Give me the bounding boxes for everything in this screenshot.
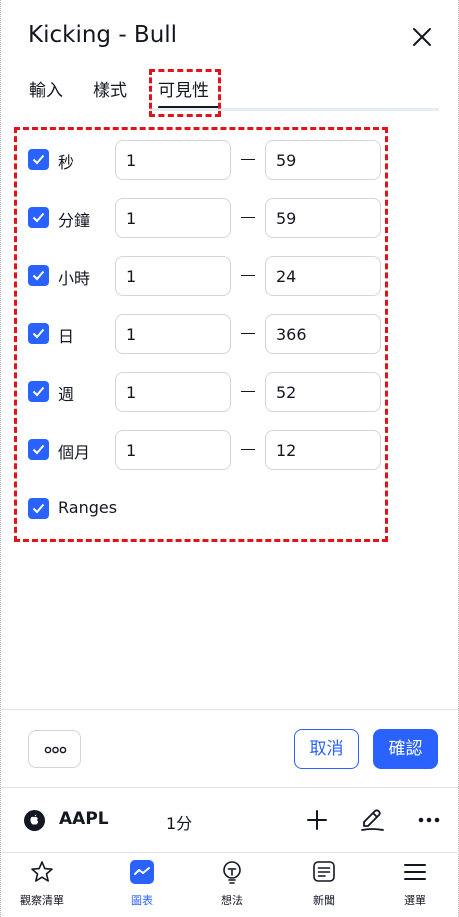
range-dash bbox=[241, 217, 255, 218]
to-input[interactable]: 366 bbox=[265, 314, 381, 354]
ellipsis-button[interactable] bbox=[28, 730, 81, 768]
range-dash bbox=[241, 333, 255, 334]
tab-highlight-box bbox=[149, 69, 221, 117]
bottom-nav: 觀察清單 圖表 想法 新聞 選單 bbox=[1, 853, 459, 917]
row-label: 分鐘 bbox=[58, 211, 91, 230]
ok-button[interactable]: 確認 bbox=[373, 729, 438, 769]
checkbox[interactable] bbox=[28, 265, 49, 286]
visibility-row-days: 日 1 366 bbox=[28, 314, 388, 354]
to-input[interactable]: 12 bbox=[265, 430, 381, 470]
app-frame: Kicking - Bull 輸入 樣式 可見性 秒 1 59 分鐘 1 59 … bbox=[0, 0, 459, 917]
nav-label: 新聞 bbox=[313, 894, 335, 907]
tab-inputs[interactable]: 輸入 bbox=[29, 76, 63, 101]
checkbox[interactable] bbox=[28, 381, 49, 402]
to-input[interactable]: 59 bbox=[265, 140, 381, 180]
nav-chart[interactable]: 圖表 bbox=[102, 853, 182, 917]
range-dash bbox=[241, 449, 255, 450]
from-input[interactable]: 1 bbox=[115, 430, 231, 470]
to-input[interactable]: 59 bbox=[265, 198, 381, 238]
menu-icon bbox=[402, 859, 428, 885]
interval-selector[interactable]: 1分 bbox=[166, 810, 192, 834]
row-label: Ranges bbox=[58, 498, 118, 517]
ellipsis-icon bbox=[44, 746, 67, 754]
range-dash bbox=[241, 391, 255, 392]
nav-label: 想法 bbox=[221, 894, 243, 907]
from-input[interactable]: 1 bbox=[115, 140, 231, 180]
nav-label: 選單 bbox=[404, 894, 426, 907]
footer-divider bbox=[1, 709, 459, 710]
visibility-row-months: 個月 1 12 bbox=[28, 430, 388, 470]
nav-label: 圖表 bbox=[131, 894, 153, 907]
range-dash bbox=[241, 275, 255, 276]
cancel-button[interactable]: 取消 bbox=[294, 729, 359, 769]
lightbulb-icon bbox=[219, 859, 245, 885]
row-label: 日 bbox=[58, 327, 75, 346]
chart-icon bbox=[129, 859, 155, 885]
nav-news[interactable]: 新聞 bbox=[284, 853, 364, 917]
to-input[interactable]: 52 bbox=[265, 372, 381, 412]
to-input[interactable]: 24 bbox=[265, 256, 381, 296]
visibility-row-minutes: 分鐘 1 59 bbox=[28, 198, 388, 238]
nav-watchlist[interactable]: 觀察清單 bbox=[2, 853, 82, 917]
visibility-row-seconds: 秒 1 59 bbox=[28, 140, 388, 180]
nav-label: 觀察清單 bbox=[20, 894, 64, 907]
row-label: 個月 bbox=[58, 443, 91, 462]
dialog-title: Kicking - Bull bbox=[28, 22, 178, 48]
checkbox[interactable] bbox=[28, 207, 49, 228]
close-icon[interactable] bbox=[407, 22, 437, 52]
row-label: 小時 bbox=[58, 269, 91, 288]
from-input[interactable]: 1 bbox=[115, 256, 231, 296]
tab-style[interactable]: 樣式 bbox=[93, 76, 127, 101]
checkbox[interactable] bbox=[28, 439, 49, 460]
range-dash bbox=[241, 159, 255, 160]
visibility-row-hours: 小時 1 24 bbox=[28, 256, 388, 296]
more-icon[interactable] bbox=[415, 806, 443, 834]
apple-logo-icon bbox=[24, 810, 45, 831]
visibility-row-weeks: 週 1 52 bbox=[28, 372, 388, 412]
pen-icon[interactable] bbox=[358, 806, 386, 834]
symbol-ticker[interactable]: AAPL bbox=[59, 809, 109, 829]
checkbox[interactable] bbox=[28, 498, 49, 519]
from-input[interactable]: 1 bbox=[115, 198, 231, 238]
from-input[interactable]: 1 bbox=[115, 314, 231, 354]
nav-menu[interactable]: 選單 bbox=[375, 853, 455, 917]
row-label: 秒 bbox=[58, 153, 75, 172]
from-input[interactable]: 1 bbox=[115, 372, 231, 412]
star-icon bbox=[29, 859, 55, 885]
nav-ideas[interactable]: 想法 bbox=[192, 853, 272, 917]
checkbox[interactable] bbox=[28, 149, 49, 170]
plus-icon[interactable] bbox=[303, 806, 331, 834]
row-label: 週 bbox=[58, 385, 75, 404]
checkbox[interactable] bbox=[28, 323, 49, 344]
news-icon bbox=[311, 859, 337, 885]
symbol-bar: AAPL 1分 bbox=[1, 788, 459, 852]
visibility-row-ranges: Ranges bbox=[28, 489, 388, 529]
